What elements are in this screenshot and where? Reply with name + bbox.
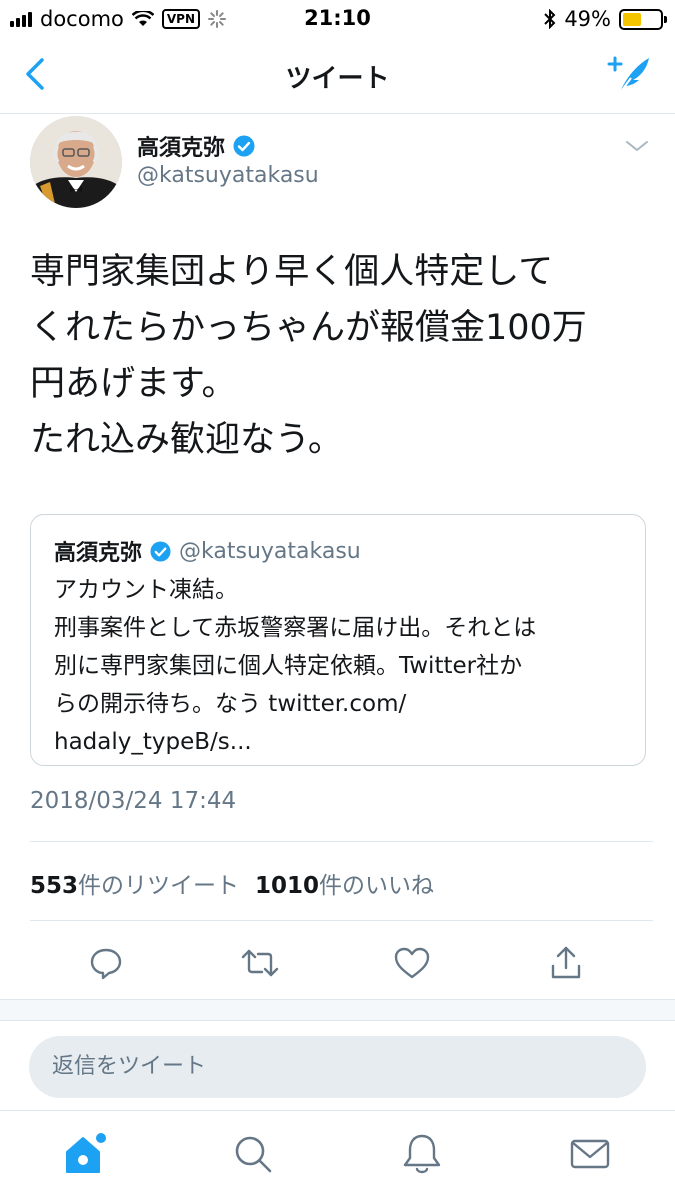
retweet-label: 件のリツイート [78, 873, 240, 899]
tweet-timestamp: 2018/03/24 17:44 [30, 788, 237, 814]
like-count: 1010 [255, 873, 320, 899]
nav-bar: ツイート [0, 38, 675, 114]
envelope-icon [570, 1139, 610, 1169]
battery-icon [619, 8, 667, 30]
status-bar: docomo VPN 21:10 49% [0, 0, 675, 38]
verified-badge-icon [233, 135, 255, 157]
divider [30, 920, 653, 921]
battery-percent: 49% [564, 7, 611, 31]
quoted-author-handle: @katsuyatakasu [179, 538, 361, 564]
quoted-tweet-header: 高須克弥 @katsuyatakasu [54, 535, 361, 567]
tab-notifications[interactable] [397, 1129, 447, 1179]
tab-home[interactable] [60, 1129, 110, 1179]
verified-badge-icon [150, 540, 171, 562]
reply-button[interactable] [82, 939, 130, 987]
author-name-row[interactable]: 高須克弥 [137, 130, 255, 162]
avatar-portrait-image [30, 116, 122, 208]
reply-input[interactable]: 返信をツイート [29, 1036, 646, 1098]
bell-icon [403, 1134, 441, 1174]
home-icon [66, 1133, 106, 1173]
status-right: 49% [544, 7, 667, 31]
retweet-icon [241, 949, 279, 977]
retweet-count-link[interactable]: 553件のリツイート [30, 866, 239, 900]
section-separator [0, 999, 675, 1021]
engagement-stats: 553件のリツイート 1010件のいいね [30, 866, 434, 900]
heart-icon [394, 947, 430, 979]
battery-level [623, 12, 641, 26]
tab-messages[interactable] [565, 1129, 615, 1179]
like-count-link[interactable]: 1010件のいいね [255, 866, 434, 900]
quoted-tweet-text: アカウント凍結。 刑事案件として赤坂警察署に届け出。それとは 別に専門家集団に個… [54, 577, 537, 755]
share-button[interactable] [542, 939, 590, 987]
tab-search[interactable] [228, 1129, 278, 1179]
bluetooth-icon [544, 9, 556, 29]
reply-bubble-icon [90, 948, 122, 980]
retweet-button[interactable] [236, 939, 284, 987]
quoted-author-name: 高須克弥 [54, 541, 143, 566]
divider [30, 841, 653, 842]
author-display-name: 高須克弥 [137, 136, 226, 161]
tweet-text: 専門家集団より早く個人特定して くれたらかっちゃんが報償金100万 円あげます。… [30, 252, 587, 460]
retweet-count: 553 [30, 873, 79, 899]
avatar[interactable] [30, 116, 122, 208]
tweet-actions [0, 935, 675, 995]
like-label: 件のいいね [319, 873, 435, 899]
like-button[interactable] [388, 939, 436, 987]
quoted-tweet-card[interactable]: 高須克弥 @katsuyatakasu アカウント凍結。 刑事案件として赤坂警察… [30, 514, 646, 766]
tweet-options-button[interactable] [625, 138, 649, 154]
page-title: ツイート [285, 64, 390, 94]
compose-tweet-button[interactable] [605, 52, 653, 100]
share-icon [551, 946, 581, 979]
author-handle[interactable]: @katsuyatakasu [137, 163, 319, 188]
bottom-tab-bar [0, 1110, 675, 1200]
chevron-down-icon [626, 141, 648, 152]
compose-quill-icon [607, 56, 649, 95]
search-icon [235, 1136, 272, 1173]
